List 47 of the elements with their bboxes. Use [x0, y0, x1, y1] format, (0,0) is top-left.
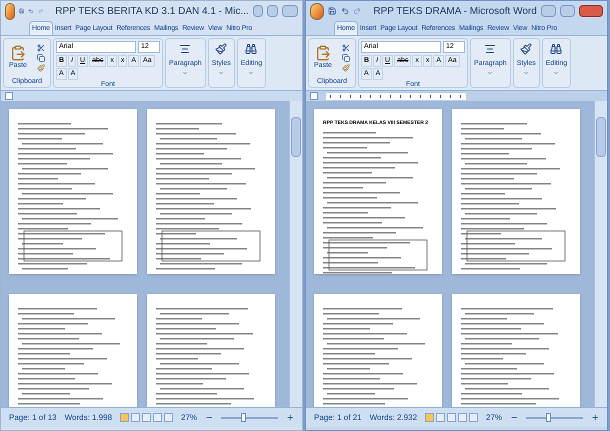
cut-icon[interactable] [342, 44, 350, 52]
editing-icon [550, 43, 562, 55]
ruler-toggle-icon[interactable] [5, 92, 13, 100]
office-logo-icon[interactable] [310, 2, 324, 20]
page-count[interactable]: Page: 1 of 13 [9, 412, 57, 424]
paragraph-icon [179, 43, 192, 55]
word-count[interactable]: Words: 2.932 [370, 412, 418, 424]
word-count[interactable]: Words: 1.998 [64, 412, 112, 424]
minimize-button[interactable] [252, 5, 264, 17]
copy-icon[interactable] [36, 54, 45, 62]
maximize-button[interactable] [267, 5, 278, 17]
zoom-in-icon[interactable] [590, 413, 600, 422]
zoom-in-icon[interactable] [286, 413, 294, 422]
redo-icon[interactable] [38, 6, 44, 16]
styles-icon [520, 43, 532, 55]
zoom-slider-thumb[interactable] [240, 412, 246, 422]
undo-icon[interactable] [340, 6, 350, 16]
close-button[interactable] [282, 5, 298, 17]
caret-icon [487, 70, 494, 76]
save-icon[interactable] [19, 6, 24, 16]
window-title: RPP TEKS BERITA KD 3.1 DAN 4.1 - Mic... [55, 4, 249, 18]
clipboard-icon [314, 44, 331, 61]
styles-icon [215, 43, 228, 55]
copy-icon[interactable] [342, 54, 350, 62]
undo-icon[interactable] [28, 6, 34, 16]
vertical-scrollbar[interactable] [594, 101, 607, 407]
zoom-level[interactable]: 27% [181, 412, 198, 424]
caret-icon [248, 70, 254, 76]
save-icon[interactable] [328, 6, 337, 16]
caret-icon [523, 70, 530, 76]
minimize-button[interactable] [540, 5, 556, 17]
window-title: RPP TEKS DRAMA - Microsoft Word [373, 4, 537, 18]
maximize-button[interactable] [560, 5, 576, 17]
caret-icon [182, 70, 188, 76]
vertical-scrollbar[interactable] [289, 101, 302, 407]
zoom-level[interactable]: 27% [486, 412, 502, 424]
caret-icon [218, 70, 224, 76]
close-button[interactable] [579, 5, 603, 17]
ruler-toggle-icon[interactable] [310, 92, 318, 100]
page-count[interactable]: Page: 1 of 21 [314, 412, 362, 424]
paragraph-icon [484, 43, 496, 55]
editing-icon [245, 43, 258, 55]
office-logo-icon[interactable] [5, 2, 16, 20]
clipboard-icon [10, 44, 26, 61]
cut-icon[interactable] [36, 44, 45, 52]
zoom-slider-thumb[interactable] [546, 412, 551, 422]
caret-icon [553, 70, 560, 76]
